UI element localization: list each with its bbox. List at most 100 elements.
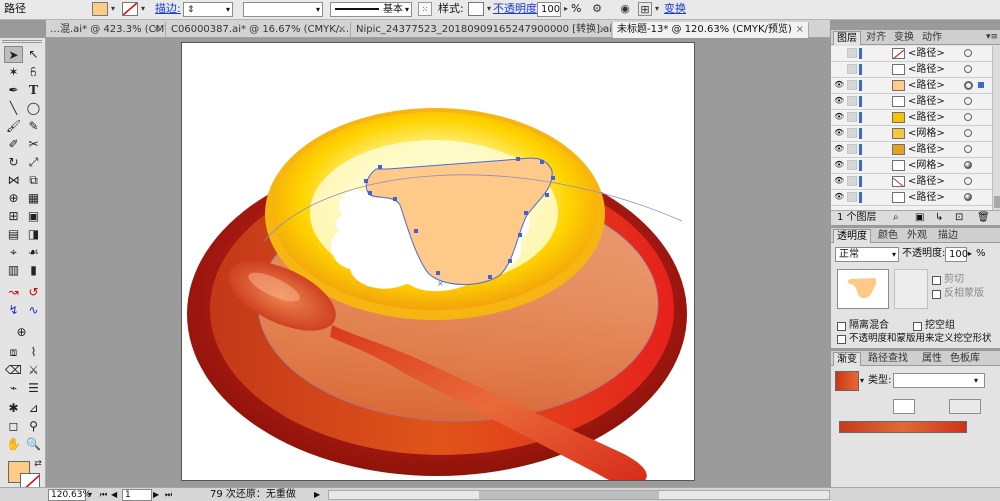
document-setup-icon[interactable]: ⚙ [590,2,604,16]
scissors-tool-icon[interactable]: ✂ [24,136,43,153]
blend-shape-tool-icon[interactable]: ⊿ [24,400,43,417]
layer-row[interactable]: 👁 <网格> [831,158,992,174]
tab-transparency[interactable]: 透明度 [833,229,871,243]
eye-icon[interactable]: 👁 [834,192,844,202]
close-icon[interactable]: × [796,22,804,37]
twirl-tool-icon[interactable]: ↺ [24,284,43,301]
layer-row[interactable]: <路径> [831,62,992,78]
eyedropper-tool-icon[interactable]: ◨ [24,226,43,243]
eye-icon[interactable]: 👁 [834,128,844,138]
first-artboard-icon[interactable]: ⏮ [100,489,107,501]
tab-swatch-libraries[interactable]: 色板库 [947,352,983,366]
shape-builder-tool-icon[interactable]: ⊕ [4,190,23,207]
lasso-tool-icon[interactable]: ᦆ [24,64,43,81]
tab-color[interactable]: 颜色 [875,229,901,243]
eye-icon[interactable]: 👁 [834,80,844,90]
stroke-link[interactable]: 描边: [155,1,181,17]
artboard[interactable]: × [181,42,695,486]
panel-menu-icon[interactable]: ▾≡ [983,31,1000,45]
document-tab[interactable]: Nipic_24377523_20180909165247900000 [转换]… [352,22,612,38]
gradient-tool-icon[interactable]: ▤ [4,226,23,243]
target-circle-icon[interactable] [964,145,972,153]
clip-checkbox[interactable] [932,276,941,285]
artboard-number-field[interactable]: 1 [122,489,152,501]
free-transform-tool-icon[interactable]: ⧉ [24,172,43,189]
target-circle-icon[interactable] [964,113,972,121]
trash-icon[interactable]: 🗑 [977,212,990,224]
scale-tool-icon[interactable]: ⤢ [24,154,43,171]
layer-row-selected[interactable]: 👁 <路径> [831,78,992,94]
close-icon[interactable]: × [599,22,607,37]
crosshair-tool-icon[interactable]: ⊕ [12,324,31,341]
opacity-stepper-icon[interactable]: ▸ [968,248,972,260]
direct-selection-tool-icon[interactable]: ↖ [24,46,43,63]
mesh-tool-icon[interactable]: ▣ [24,208,43,225]
blob-brush-tool-icon[interactable]: ✐ [4,136,23,153]
gradient-dropdown-icon[interactable]: ▾ [860,375,864,387]
opacity-link[interactable]: 不透明度 [493,1,537,17]
paintbrush-tool-icon[interactable]: 🖌 [4,118,23,135]
knockout-group-checkbox[interactable] [913,322,922,331]
knockout-shape-checkbox[interactable] [837,335,846,344]
target-circle-icon[interactable] [964,193,972,201]
tab-attributes[interactable]: 属性 [919,352,945,366]
pen-tool-icon[interactable]: ✒ [4,82,23,99]
layer-row[interactable]: 👁 <网格> [831,126,992,142]
target-circle-icon[interactable] [964,81,973,90]
bar-graph-tool-icon[interactable]: ▮ [24,262,43,279]
make-clipping-mask-icon[interactable]: ▣ [915,212,924,224]
isolate-blending-checkbox[interactable] [837,322,846,331]
recolor-icon[interactable]: ◉ [618,2,632,16]
eye-icon[interactable]: 👁 [834,96,844,106]
opacity-dropdown-icon[interactable]: ▸ [561,2,571,16]
warp-tool-icon[interactable]: ↝ [4,284,23,301]
reference-dropdown-icon[interactable]: ▾ [652,2,662,16]
stroke-weight-field[interactable]: ⇕ ▾ [183,2,233,17]
layer-row[interactable]: 👁 <路径> [831,110,992,126]
brush-definition-field[interactable]: 基本 ▾ [330,2,412,17]
prev-artboard-icon[interactable]: ◀ [111,489,117,501]
eraser-tool-icon[interactable]: ⌫ [4,362,23,379]
stroke-dropdown-icon[interactable]: ▾ [138,2,148,16]
eye-icon[interactable]: 👁 [834,144,844,154]
last-artboard-icon[interactable]: ⏭ [165,489,172,501]
mask-thumbnail[interactable] [894,269,928,309]
line-tool-icon[interactable]: ╲ [4,100,23,117]
arc-tool-icon[interactable]: ☰ [24,380,43,397]
magic-wand-tool-icon[interactable]: ✶ [4,64,23,81]
zoom-dropdown-icon[interactable]: ▾ [88,489,92,501]
layers-scrollbar[interactable] [992,46,1000,210]
tab-align[interactable]: 对齐 [863,31,889,45]
artboard-tool-icon[interactable]: ⧈ [4,344,23,361]
eye-icon[interactable]: 👁 [834,176,844,186]
line-segment-tool-icon[interactable]: ⌁ [4,380,23,397]
transform-link[interactable]: 变换 [664,1,686,17]
tab-gradient[interactable]: 渐变 [833,352,861,366]
canvas-area[interactable]: × [46,38,830,487]
tab-stroke[interactable]: 描边 [935,229,961,243]
locate-object-icon[interactable]: ⌕ [893,212,899,224]
symbol-sprayer-tool-icon[interactable]: ☙ [24,244,43,261]
reference-point-icon[interactable]: ⊞ [638,2,652,16]
pencil-tool-icon[interactable]: ✎ [24,118,43,135]
gradient-type-select[interactable] [893,373,985,388]
slice-tool-icon[interactable]: ⌇ [24,344,43,361]
target-circle-icon[interactable] [964,177,972,185]
style-swatch[interactable] [468,2,484,16]
perspective-grid-tool-icon[interactable]: ⊞ [4,208,23,225]
artboard-slice-tool-icon[interactable]: ◻ [4,418,23,435]
layer-row[interactable]: 👁 <路径> [831,174,992,190]
target-circle-icon[interactable] [964,161,972,169]
swap-fill-stroke-icon[interactable]: ⇄ [32,458,44,470]
eye-icon[interactable]: 👁 [834,112,844,122]
blend-mode-select[interactable]: 正常 ▾ [835,247,899,262]
gradient-swatch[interactable] [835,371,859,391]
pucker-tool-icon[interactable]: ↯ [4,302,23,319]
eyedropper-alt-tool-icon[interactable]: ⚲ [24,418,43,435]
graphic-style-icon[interactable]: ⁙ [418,2,432,16]
ellipse-tool-icon[interactable]: ◯ [24,100,43,117]
zoom-field[interactable]: 120.63% [48,489,91,501]
column-graph-tool-icon[interactable]: ▥ [4,262,23,279]
tab-transform[interactable]: 变换 [891,31,917,45]
layer-row[interactable]: 👁 <路径> [831,190,992,206]
